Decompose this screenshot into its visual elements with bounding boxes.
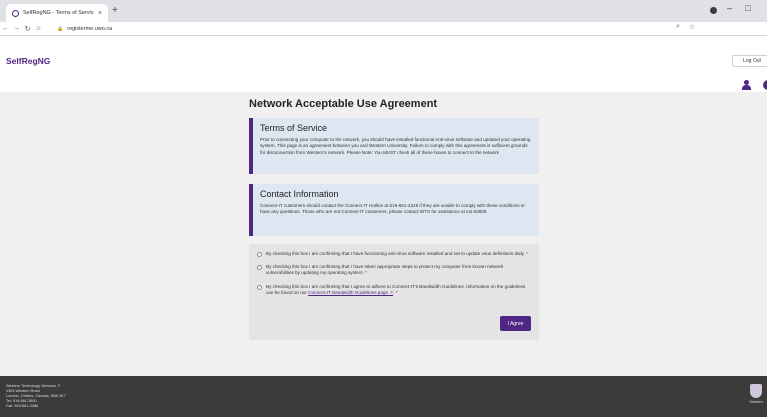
back-arrow-icon[interactable]: ←: [0, 25, 11, 32]
new-tab-button[interactable]: +: [112, 4, 118, 18]
bandwidth-guidelines-link[interactable]: Connect-IT Bandwidth Guidelines page ↗: [308, 290, 393, 295]
favicon-icon: [12, 9, 19, 17]
bandwidth-suffix: . *: [393, 289, 398, 295]
maximize-button[interactable]: □: [745, 3, 750, 13]
address-bar[interactable]: 🔒 registerme.uwo.ca: [57, 23, 112, 35]
western-logo[interactable]: Western: [747, 384, 765, 410]
agreement-checkbox-panel: By checking this box I am confirming tha…: [249, 244, 539, 340]
checkbox-label: By checking this box I am confirming tha…: [266, 251, 528, 256]
forward-arrow-icon[interactable]: →: [11, 25, 22, 32]
checkbox-label: By checking this box I am confirming tha…: [266, 264, 504, 276]
contact-heading: Contact Information: [260, 189, 339, 199]
logout-button[interactable]: Log Out: [732, 55, 767, 67]
profile-icon[interactable]: [710, 7, 717, 14]
logo-wordmark: Western: [749, 400, 763, 404]
tos-heading: Terms of Service: [260, 123, 328, 133]
footer-fax: Fax: 519-661-3486: [6, 404, 39, 408]
tab-title: SelfRegNG - Terms of Service: [23, 10, 94, 16]
tab-close-icon[interactable]: ×: [98, 10, 102, 17]
checkbox-row-antivirus[interactable]: By checking this box I am confirming tha…: [257, 251, 531, 257]
bookmark-star-icon[interactable]: ☆: [689, 23, 695, 31]
page-title: Network Acceptable Use Agreement: [249, 98, 438, 110]
browser-toolbar: ← → ↻ ⌂ 🔒 registerme.uwo.ca ⌕ ☆: [0, 22, 767, 36]
browser-tabstrip: SelfRegNG - Terms of Service × + – □: [0, 0, 767, 22]
user-icon[interactable]: [742, 80, 751, 90]
checkbox-label: By checking this box I am confirming tha…: [266, 284, 531, 296]
tos-body: Prior to connecting your computer to the…: [260, 137, 531, 155]
checkbox-row-os-updates[interactable]: By checking this box I am confirming tha…: [257, 264, 531, 276]
page-footer: Western Technology Services ↗ 1393 Weste…: [0, 376, 767, 417]
contact-body: Connect-IT customers should contact the …: [260, 203, 525, 215]
browser-tab[interactable]: SelfRegNG - Terms of Service ×: [6, 4, 108, 22]
os-updates-checkbox[interactable]: [257, 265, 262, 271]
zoom-icon[interactable]: ⌕: [676, 23, 680, 31]
shield-icon: [750, 384, 762, 398]
i-agree-button[interactable]: I Agree: [500, 316, 531, 331]
checkbox-row-bandwidth[interactable]: By checking this box I am confirming tha…: [257, 284, 531, 296]
bandwidth-checkbox[interactable]: [257, 284, 262, 290]
minimize-button[interactable]: –: [727, 3, 732, 13]
lock-icon: 🔒: [57, 26, 64, 32]
home-icon[interactable]: ⌂: [33, 25, 44, 32]
antivirus-checkbox[interactable]: [257, 252, 262, 257]
terms-of-service-box: Terms of Service Prior to connecting you…: [249, 118, 539, 174]
brand-logo[interactable]: SelfRegNG: [6, 56, 50, 66]
app-header: SelfRegNG Log Out: [0, 36, 767, 92]
url-text: registerme.uwo.ca: [67, 26, 113, 32]
help-icon[interactable]: [763, 80, 767, 90]
footer-contact: Western Technology Services ↗ 1393 Weste…: [6, 384, 66, 409]
contact-information-box: Contact Information Connect-IT customers…: [249, 184, 539, 236]
reload-icon[interactable]: ↻: [22, 25, 33, 33]
